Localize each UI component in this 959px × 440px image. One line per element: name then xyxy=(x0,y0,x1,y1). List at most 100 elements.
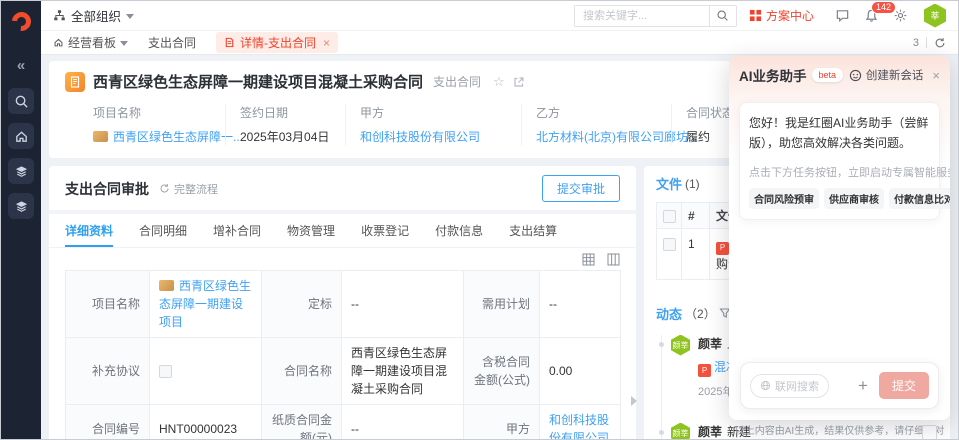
solution-center-button[interactable]: 方案中心 xyxy=(749,7,814,24)
layers-icon xyxy=(14,199,29,214)
corner-widget[interactable] xyxy=(922,425,937,440)
ai-hint: 点击下方任务按钮，立即启动专属智能服务。 xyxy=(749,164,930,180)
project-icon xyxy=(159,280,174,291)
web-search-toggle[interactable]: 联网搜索 xyxy=(750,374,829,398)
avatar: 颜莘 xyxy=(671,423,690,440)
timeline-dot xyxy=(659,430,664,435)
status-value: 履约 xyxy=(686,128,734,145)
submit-button[interactable]: 提交 xyxy=(879,372,929,399)
select-all-checkbox[interactable] xyxy=(663,210,676,223)
close-tab-icon[interactable]: × xyxy=(323,36,330,50)
cell-label: 项目名称 xyxy=(66,271,150,338)
search-button[interactable] xyxy=(709,6,736,26)
chevron-down-icon xyxy=(126,14,134,19)
field-value: 2025年03月04日 xyxy=(240,128,331,145)
sidebar-item-apps[interactable] xyxy=(8,158,34,184)
org-selector[interactable]: 全部组织 xyxy=(53,6,134,25)
notifications-button[interactable]: 142 xyxy=(864,8,879,23)
table-row: 项目名称 西青区绿色生态屏障一期建设项目 定标 -- 需用计划 -- xyxy=(66,271,621,338)
tab-settlement[interactable]: 支出结算 xyxy=(509,214,557,247)
full-flow-link[interactable]: 完整流程 xyxy=(159,181,218,197)
column-settings-icon[interactable] xyxy=(607,253,620,266)
messages-button[interactable] xyxy=(835,8,850,23)
tab-dashboard[interactable]: 经营看板 xyxy=(53,34,128,51)
tab-contract-detail-active[interactable]: 详情-支出合同 × xyxy=(216,32,338,53)
page-title: 西青区绿色生态屏障一期建设项目混凝土采购合同 xyxy=(93,71,423,92)
supplement-checkbox[interactable] xyxy=(159,365,172,378)
tab-contract-items[interactable]: 合同明细 xyxy=(139,214,187,247)
task-supplier-review-button[interactable]: 供应商审核 xyxy=(824,188,884,209)
activity-user[interactable]: 颜莘 xyxy=(698,337,722,351)
org-label: 全部组织 xyxy=(71,6,121,25)
document-icon xyxy=(224,37,235,48)
flow-cycle-icon xyxy=(159,183,170,194)
close-icon[interactable]: × xyxy=(932,68,940,83)
cell-label: 需用计划 xyxy=(464,271,540,338)
search-icon xyxy=(716,9,729,22)
cell-value: 0.00 xyxy=(540,338,621,405)
field-label: 甲方 xyxy=(360,104,507,121)
file-checkbox[interactable] xyxy=(663,238,676,251)
pdf-file-icon: P xyxy=(698,364,711,377)
cell-value: HNT00000023 xyxy=(150,405,262,440)
search-input[interactable] xyxy=(575,6,709,26)
cell-label: 补充协议 xyxy=(66,338,150,405)
brand-logo[interactable] xyxy=(1,1,41,41)
submit-approval-button[interactable]: 提交审批 xyxy=(542,175,620,202)
ai-input-area: 联网搜索 + 提交 xyxy=(740,362,939,409)
external-link-icon[interactable] xyxy=(513,76,525,88)
tab-payments[interactable]: 付款信息 xyxy=(435,214,483,247)
pdf-file-icon: P xyxy=(716,242,729,255)
field-party-a: 甲方 和创科技股份有限公司 xyxy=(345,104,521,145)
party-a-link[interactable]: 和创科技股份有限公司 xyxy=(360,130,480,144)
tab-supplement[interactable]: 增补合同 xyxy=(213,214,261,247)
solution-center-label: 方案中心 xyxy=(766,7,814,24)
sidebar-item-modules[interactable] xyxy=(8,193,34,219)
files-count: (1) xyxy=(685,177,700,191)
sidebar-item-home[interactable] xyxy=(8,123,34,149)
right-panel-toggle[interactable] xyxy=(631,396,637,406)
settings-button[interactable] xyxy=(893,8,908,23)
cell-label: 合同编号 xyxy=(66,405,150,440)
new-session-button[interactable]: 创建新会话 xyxy=(849,67,924,83)
tab-invoices[interactable]: 收票登记 xyxy=(361,214,409,247)
task-payment-compare-button[interactable]: 付款信息比对 xyxy=(889,188,950,209)
detail-tabs: 详细资料 合同明细 增补合同 物资管理 收票登记 付款信息 支出结算 xyxy=(49,214,636,248)
global-search xyxy=(574,5,737,27)
party-a-link[interactable]: 和创科技股份有限公司 xyxy=(549,413,609,439)
activity-user[interactable]: 颜莘 xyxy=(698,425,722,439)
contract-type-tag: 支出合同 xyxy=(433,73,481,90)
ai-disclaimer: 以上内容由AI生成，结果仅供参考，请仔细核对 xyxy=(729,422,950,437)
home-icon xyxy=(53,37,64,48)
field-label: 签约日期 xyxy=(240,104,331,121)
activity-title: 动态 xyxy=(656,304,682,323)
field-label: 项目名称 xyxy=(93,104,211,121)
favorite-star-icon[interactable]: ☆ xyxy=(493,74,505,90)
approval-card: 支出合同审批 完整流程 提交审批 详细资料 合同明细 增补合同 物资管理 收票登… xyxy=(49,166,636,439)
tab-detail-info[interactable]: 详细资料 xyxy=(65,214,113,247)
tab-expense-contract[interactable]: 支出合同 xyxy=(148,34,196,51)
app-window: « 全部组织 方案中心 xyxy=(0,0,959,440)
search-icon xyxy=(14,94,29,109)
grid-icon xyxy=(749,9,762,22)
logo-ring-icon xyxy=(8,8,35,35)
file-index: 1 xyxy=(682,229,710,280)
open-tabs-bar: 经营看板 支出合同 详情-支出合同 × 3 xyxy=(41,31,958,55)
divider xyxy=(926,37,927,48)
project-link[interactable]: 西青区绿色生态屏障一... xyxy=(113,130,243,144)
tab-materials[interactable]: 物资管理 xyxy=(287,214,335,247)
tab-label: 经营看板 xyxy=(68,34,116,51)
sidebar-item-search[interactable] xyxy=(8,88,34,114)
avatar[interactable]: 莘 xyxy=(924,4,946,28)
collapse-sidebar-icon[interactable]: « xyxy=(17,57,25,74)
task-contract-risk-button[interactable]: 合同风险预审 xyxy=(749,188,819,209)
add-attachment-icon[interactable]: + xyxy=(858,377,868,394)
field-project-name: 项目名称 西青区绿色生态屏障一... xyxy=(65,104,225,145)
table-view-icon[interactable] xyxy=(582,253,595,266)
timeline-dot xyxy=(659,342,664,347)
ai-assistant-panel: AI业务助手 beta 创建新会话 × 您好！我是红圈AI业务助手（尝鲜版），助… xyxy=(729,56,950,420)
refresh-icon[interactable] xyxy=(934,37,946,49)
globe-icon xyxy=(760,380,771,391)
tab-label: 支出合同 xyxy=(148,34,196,51)
ai-greeting: 您好！我是红圈AI业务助手（尝鲜版），助您高效解决各类问题。 xyxy=(749,113,930,154)
